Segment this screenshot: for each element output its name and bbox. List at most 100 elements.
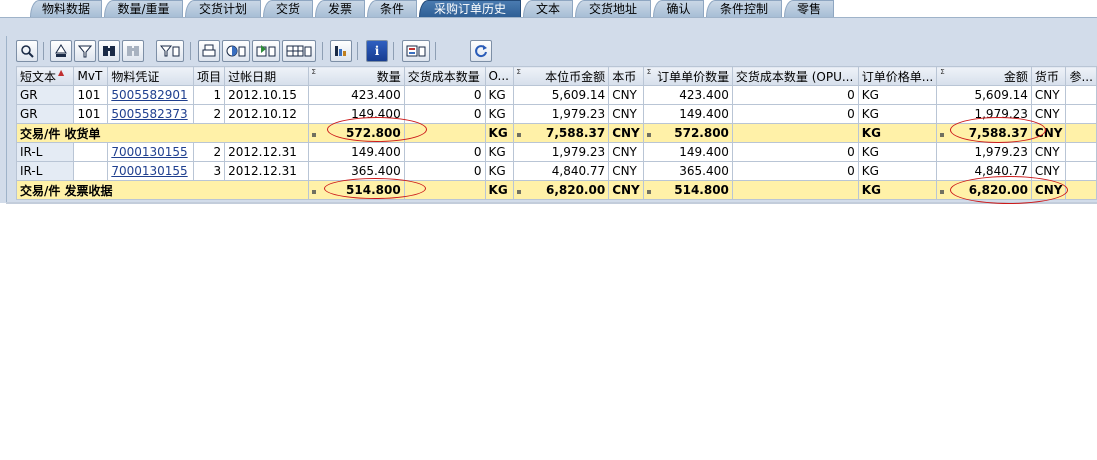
cell-delivery-cost-opu bbox=[731, 180, 859, 200]
total-marker-icon bbox=[311, 190, 316, 194]
cell-delivery-cost-qty bbox=[403, 180, 486, 200]
cell-value: 572.800 bbox=[346, 126, 401, 140]
column-header-order-price-unit[interactable]: 订单价格单... bbox=[857, 66, 938, 86]
cell-order-price-unit: KG bbox=[857, 85, 938, 105]
column-header-movement-type[interactable]: MvT bbox=[73, 66, 109, 86]
cell-movement-type: 101 bbox=[73, 85, 109, 105]
tab-po-history[interactable]: 采购订单历史 bbox=[419, 0, 521, 17]
subtotal-row[interactable]: 交易/件 收货单 572.800 KG 7,588.37 CNY 572.800 KG 7,5… bbox=[16, 123, 1097, 143]
cell-quantity: 149.400 bbox=[307, 142, 405, 162]
column-header-delivery-cost-qty[interactable]: 交货成本数量 bbox=[403, 66, 486, 86]
cell-currency: CNY bbox=[1030, 85, 1067, 105]
material-document-link[interactable]: 5005582373 bbox=[111, 107, 187, 121]
filter-icon[interactable] bbox=[74, 40, 96, 62]
cell-value: CNY bbox=[612, 164, 637, 178]
views-icon[interactable] bbox=[222, 40, 250, 62]
sort-ascending-icon[interactable] bbox=[50, 40, 72, 62]
cell-local-currency: CNY bbox=[608, 123, 644, 143]
table-row[interactable]: GR 101 5005582373 2 2012.10.12 149.400 0 KG 1,97… bbox=[15, 104, 1097, 124]
table-row[interactable]: IR-L 7000130155 2 2012.12.31 149.400 0 KG 1,979… bbox=[15, 142, 1097, 162]
column-header-material-document[interactable]: 物料凭证 bbox=[107, 66, 195, 86]
find-icon[interactable] bbox=[98, 40, 120, 62]
tab-confirmations[interactable]: 确认 bbox=[653, 0, 704, 17]
tab-material-data[interactable]: 物料数据 bbox=[30, 0, 102, 17]
cell-value: KG bbox=[488, 145, 506, 159]
column-header-currency[interactable]: 货币 bbox=[1030, 66, 1067, 86]
column-header-quantity[interactable]: Σ 数量 bbox=[307, 66, 405, 86]
table-row[interactable]: IR-L 7000130155 3 2012.12.31 365.400 0 KG 4,840… bbox=[15, 161, 1097, 181]
cell-value: 4,840.77 bbox=[551, 164, 606, 178]
refresh-icon[interactable] bbox=[470, 40, 492, 62]
print-icon[interactable] bbox=[198, 40, 220, 62]
column-header-reference[interactable]: 参... bbox=[1065, 66, 1097, 86]
column-header-amount[interactable]: Σ 金额 bbox=[936, 66, 1032, 86]
cell-material-document[interactable]: 5005582901 bbox=[107, 85, 195, 105]
tab-condition-control[interactable]: 条件控制 bbox=[706, 0, 782, 17]
cell-value: 1,979.23 bbox=[551, 145, 606, 159]
cell-value: 1,979.23 bbox=[974, 145, 1028, 159]
tab-conditions[interactable]: 条件 bbox=[367, 0, 417, 17]
cell-value: 0 bbox=[847, 88, 855, 102]
toolbar-separator bbox=[357, 42, 358, 60]
cell-movement-type bbox=[73, 142, 109, 162]
material-document-link[interactable]: 5005582901 bbox=[111, 88, 187, 102]
column-header-local-currency[interactable]: 本币 bbox=[608, 66, 644, 86]
cell-amount: 5,609.14 bbox=[936, 85, 1032, 105]
tab-retail[interactable]: 零售 bbox=[784, 0, 834, 17]
export-icon[interactable] bbox=[252, 40, 280, 62]
cell-reference bbox=[1065, 180, 1097, 200]
details-icon[interactable] bbox=[16, 40, 38, 62]
table-row[interactable]: GR 101 5005582901 1 2012.10.15 423.400 0 KG 5,60… bbox=[15, 85, 1097, 105]
cell-short-text: 交易/件 发票收据 bbox=[16, 180, 309, 200]
cell-quantity: 365.400 bbox=[307, 161, 405, 181]
material-document-link[interactable]: 7000130155 bbox=[111, 145, 187, 159]
panel-border bbox=[6, 36, 7, 204]
column-header-delivery-cost-opu[interactable]: 交货成本数量 (OPU... bbox=[731, 66, 859, 86]
cell-value: KG bbox=[861, 183, 881, 197]
find-next-icon[interactable] bbox=[122, 40, 144, 62]
cell-value: GR bbox=[20, 107, 38, 121]
cell-value: 0 bbox=[473, 88, 482, 102]
column-header-posting-date[interactable]: 过帐日期 bbox=[224, 66, 309, 86]
panel-bottom-border bbox=[6, 202, 1097, 204]
cell-short-text: GR bbox=[15, 85, 75, 105]
cell-order-price-unit: KG bbox=[857, 104, 938, 124]
tab-quantity-weight[interactable]: 数量/重量 bbox=[104, 0, 183, 17]
column-header-order-unit[interactable]: O... bbox=[484, 66, 514, 86]
tab-delivery[interactable]: 交货 bbox=[263, 0, 313, 17]
cell-value: 0 bbox=[473, 145, 482, 159]
cell-material-document[interactable]: 7000130155 bbox=[107, 161, 195, 181]
info-icon[interactable]: i bbox=[366, 40, 388, 62]
variant-icon[interactable] bbox=[402, 40, 430, 62]
tab-delivery-schedule[interactable]: 交货计划 bbox=[185, 0, 261, 17]
column-header-item[interactable]: 项目 bbox=[193, 66, 226, 86]
cell-quantity: 149.400 bbox=[307, 104, 405, 124]
tab-texts[interactable]: 文本 bbox=[523, 0, 573, 17]
cell-value: 2012.12.31 bbox=[228, 145, 297, 159]
cell-local-amount: 1,979.23 bbox=[512, 104, 610, 124]
cell-value: 1,979.23 bbox=[551, 107, 606, 121]
cell-opu-quantity: 572.800 bbox=[642, 123, 733, 143]
total-icon[interactable] bbox=[156, 40, 184, 62]
tab-delivery-address[interactable]: 交货地址 bbox=[575, 0, 651, 17]
cell-value: CNY bbox=[612, 145, 637, 159]
toolbar-separator bbox=[43, 42, 44, 60]
sum-column-icon: Σ bbox=[311, 67, 316, 76]
column-header-short-text[interactable]: 短文本 ▲ bbox=[15, 66, 75, 86]
column-header-local-amount[interactable]: Σ 本位币金额 bbox=[512, 66, 610, 86]
cell-order-unit: KG bbox=[484, 123, 514, 143]
cell-material-document[interactable]: 7000130155 bbox=[107, 142, 195, 162]
cell-material-document[interactable]: 5005582373 bbox=[107, 104, 195, 124]
cell-amount: 1,979.23 bbox=[936, 104, 1032, 124]
cell-order-unit: KG bbox=[484, 180, 514, 200]
tab-invoice[interactable]: 发票 bbox=[315, 0, 365, 17]
column-header-opu-quantity[interactable]: Σ 订单单价数量 bbox=[642, 66, 733, 86]
cell-quantity: 514.800 bbox=[307, 180, 405, 200]
cell-posting-date: 2012.10.15 bbox=[224, 85, 309, 105]
cell-reference bbox=[1065, 142, 1097, 162]
graphic-icon[interactable] bbox=[330, 40, 352, 62]
subtotal-row[interactable]: 交易/件 发票收据 514.800 KG 6,820.00 CNY 514.800 KG 6,… bbox=[16, 180, 1097, 200]
layout-icon[interactable] bbox=[282, 40, 316, 62]
material-document-link[interactable]: 7000130155 bbox=[111, 164, 187, 178]
toolbar-separator bbox=[435, 42, 436, 60]
